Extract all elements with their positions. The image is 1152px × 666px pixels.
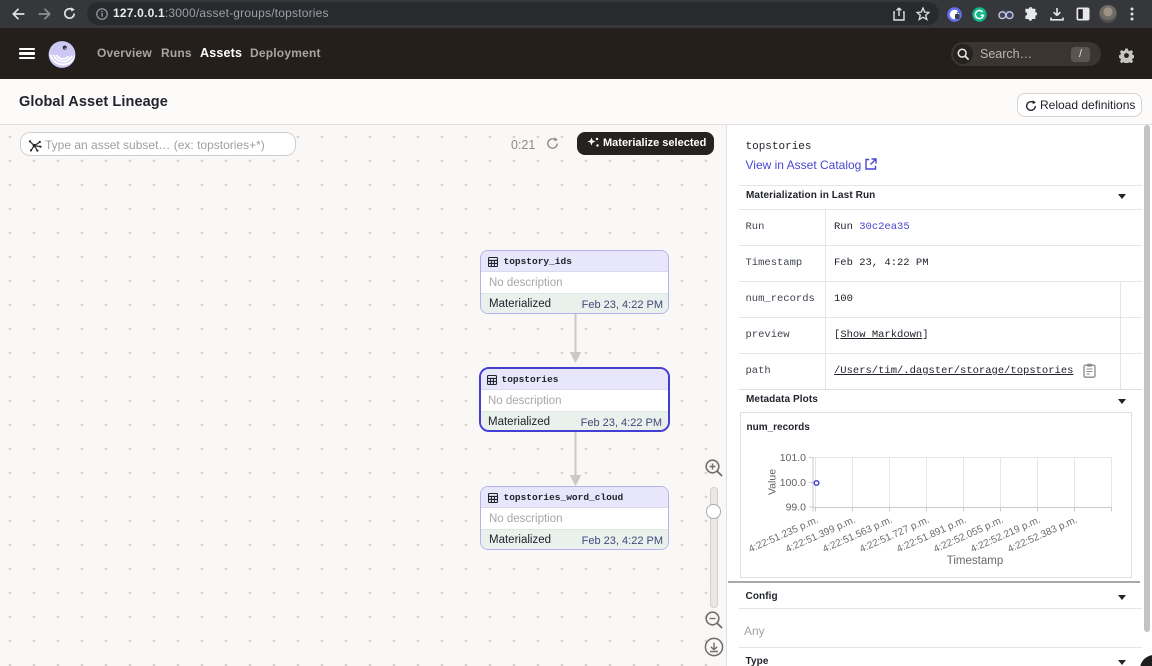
- svg-text:101.0: 101.0: [779, 452, 805, 464]
- svg-text:100.0: 100.0: [779, 477, 805, 489]
- svg-text:Value: Value: [766, 468, 778, 494]
- svg-text:Timestamp: Timestamp: [946, 555, 1002, 567]
- svg-text:99.0: 99.0: [785, 501, 806, 513]
